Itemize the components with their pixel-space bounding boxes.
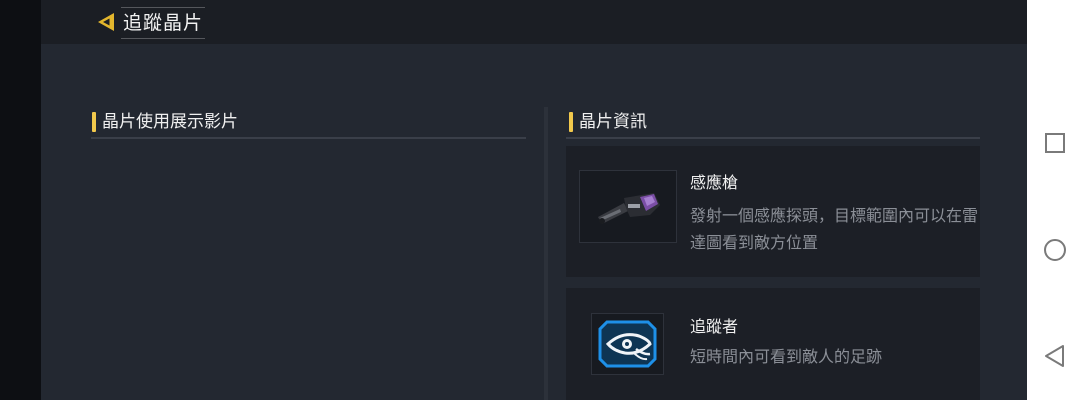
recents-button[interactable] (1041, 129, 1069, 157)
home-circle-icon (1044, 239, 1066, 261)
chip-card-sensor-gun: 感應槍 發射一個感應探頭，目標範圍內可以在雷達圖看到敵方位置 (566, 146, 980, 277)
chip-name: 感應槍 (690, 173, 739, 192)
section-accent-bar (569, 112, 573, 132)
chip-thumbnail (591, 313, 664, 375)
info-section-rule (566, 137, 980, 139)
section-accent-bar (92, 112, 96, 132)
info-section-title: 晶片資訊 (579, 112, 647, 132)
back-triangle-icon (1045, 345, 1064, 367)
video-section-title: 晶片使用展示影片 (102, 112, 238, 132)
panel-divider (544, 107, 548, 400)
chip-description: 發射一個感應探頭，目標範圍內可以在雷達圖看到敵方位置 (690, 206, 979, 252)
page-title: 追蹤晶片 (123, 12, 204, 34)
recents-square-icon (1045, 133, 1065, 153)
title-bottom-rule (121, 38, 206, 39)
home-button[interactable] (1041, 236, 1069, 264)
tracker-eye-icon (598, 320, 657, 368)
video-area[interactable] (91, 142, 526, 400)
title-top-rule (121, 7, 206, 8)
left-edge-strip (0, 0, 41, 400)
back-button[interactable] (95, 10, 119, 34)
chip-card-tracker: 追蹤者 短時間內可看到敵人的足跡 (566, 288, 980, 400)
game-screen: 追蹤晶片 晶片使用展示影片 晶片資訊 感應槍 發射一個感應探頭，目標範圍內可以在… (41, 0, 1027, 400)
sensor-gun-icon (598, 193, 660, 224)
chip-thumbnail (579, 170, 677, 243)
video-section-rule (91, 137, 526, 139)
system-nav-bar (1027, 0, 1083, 400)
chip-description: 短時間內可看到敵人的足跡 (690, 347, 883, 366)
page-title-frame: 追蹤晶片 (121, 7, 206, 39)
chip-name: 追蹤者 (690, 317, 739, 336)
top-bar: 追蹤晶片 (41, 0, 1027, 44)
back-arrow-icon (98, 13, 114, 31)
system-back-button[interactable] (1041, 342, 1069, 370)
